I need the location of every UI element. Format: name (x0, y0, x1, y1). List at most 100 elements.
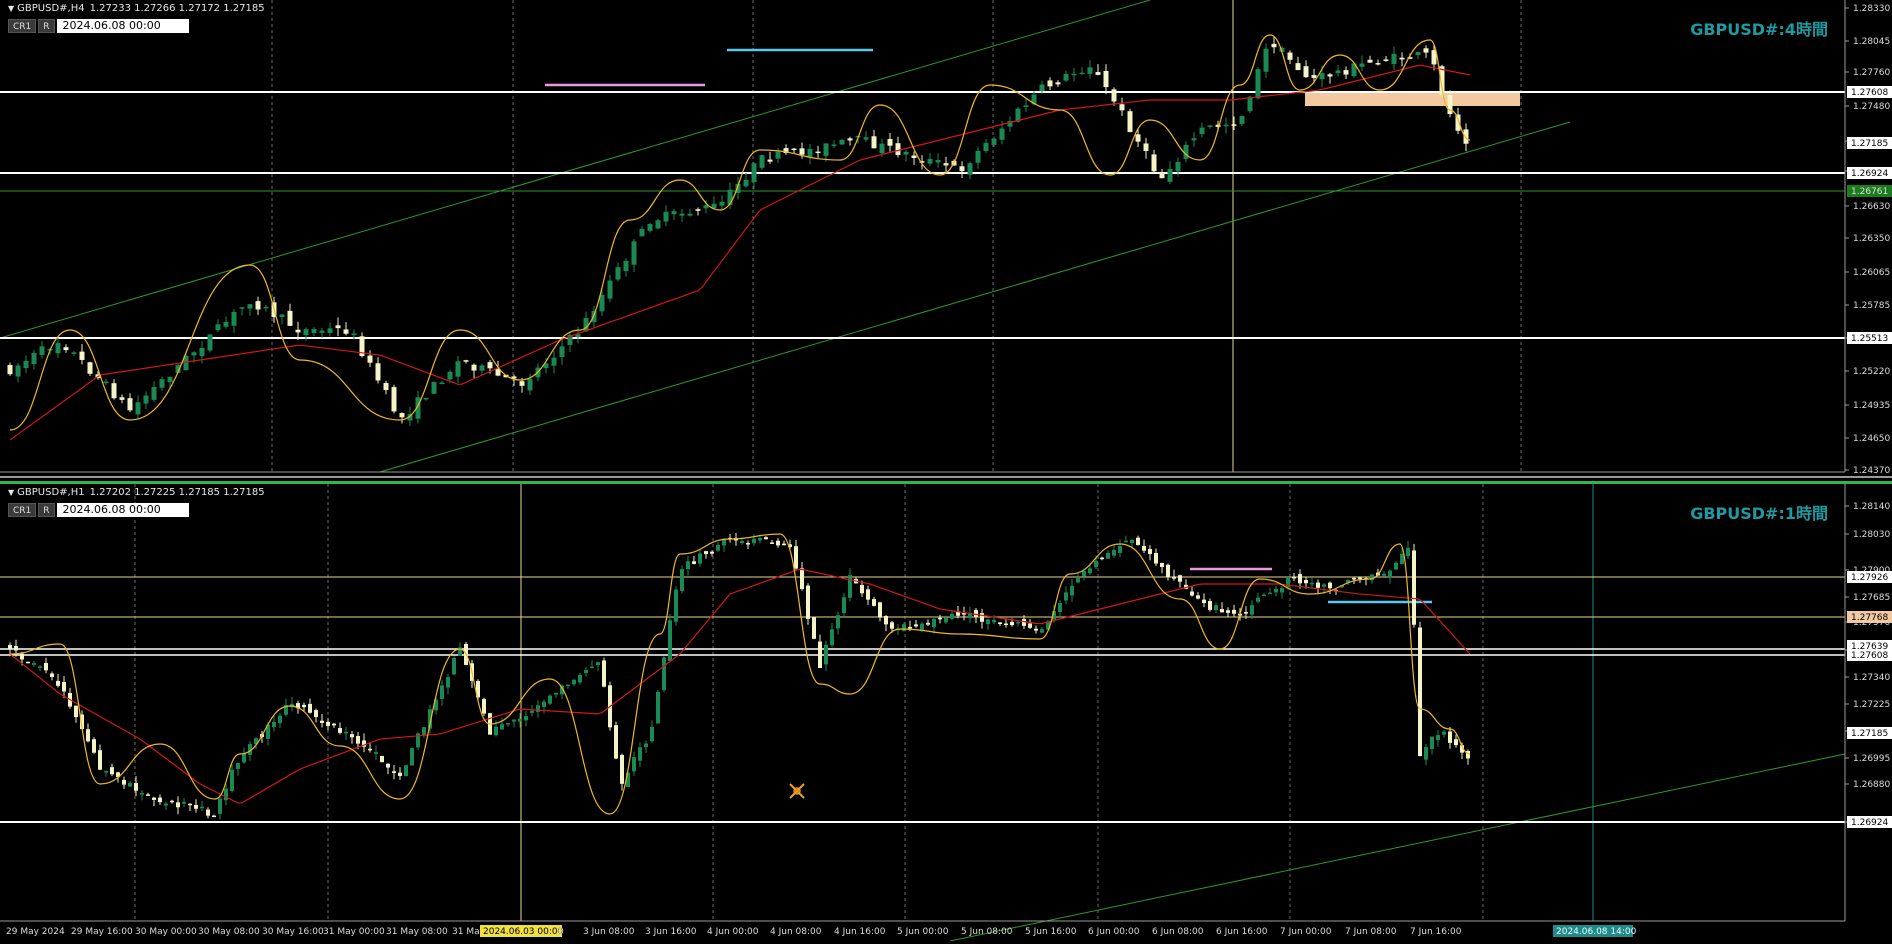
candle-body (686, 561, 690, 570)
candle-body (1004, 623, 1008, 625)
price-tick-label: 1.27480 (1853, 102, 1890, 112)
price-tick-label: 1.28140 (1853, 502, 1890, 512)
candle-body (206, 809, 210, 816)
candle-body (320, 720, 324, 723)
candle-body (776, 540, 780, 546)
candle-body (1208, 601, 1212, 610)
price-tick-label: 1.27225 (1853, 700, 1890, 710)
time-label: 3 Jun 16:00 (645, 927, 697, 937)
collapse-triangle-icon[interactable]: ▼ (8, 488, 14, 497)
price-axis-bg (1845, 484, 1892, 941)
cr1-button[interactable]: CR1 (8, 503, 37, 517)
candle-body (356, 736, 360, 744)
candle-body (655, 220, 661, 229)
candle-body (656, 692, 660, 724)
candle-body (188, 803, 192, 806)
candle-body (279, 314, 285, 318)
candle-body (1010, 621, 1014, 626)
candle-body (767, 159, 773, 162)
candle-body (1298, 574, 1302, 584)
candle-body (1391, 53, 1397, 65)
candle-body (287, 310, 293, 326)
crosshair-time-label: 2024.06.08 14:00 (1556, 927, 1637, 937)
candle-body (1262, 594, 1266, 597)
r-button[interactable]: R (38, 19, 55, 33)
candle-body (687, 213, 693, 216)
candle-body (572, 679, 576, 685)
candle-body (830, 629, 834, 646)
candle-body (818, 641, 822, 668)
candle-body (632, 757, 636, 772)
candle-body (1319, 73, 1325, 80)
h4-chart-pane[interactable]: 1.28330 1.28045 1.27760 1.27480 1.27185 1.269… (0, 0, 1892, 478)
h1-datetime-field[interactable]: 2024.06.08 00:00 (56, 503, 189, 517)
candle-body (338, 728, 342, 733)
candle-body (992, 619, 996, 623)
candle-body (55, 343, 61, 354)
candle-body (1327, 74, 1333, 77)
candle-body (398, 772, 402, 776)
candle-body (92, 739, 96, 753)
candle-body (1263, 48, 1269, 72)
candle-body (674, 589, 678, 622)
candle-body (1143, 143, 1149, 151)
candle-body (295, 329, 301, 333)
candle-body (1430, 736, 1434, 750)
moving-average-line (9, 568, 1471, 804)
candle-body (1316, 582, 1320, 588)
candle-body (319, 330, 325, 333)
candle-body (134, 783, 138, 791)
h1-chart-pane[interactable]: 1.281401.280301.279001.276851.275701.274… (0, 481, 1892, 944)
h1-chart-canvas[interactable]: 1.281401.280301.279001.276851.275701.274… (0, 484, 1892, 941)
candle-body (975, 150, 981, 163)
draw-tool-cursor-icon (789, 783, 805, 799)
candle-body (1119, 104, 1125, 111)
candle-body (1106, 552, 1110, 559)
candle-body (1070, 585, 1074, 596)
candle-body (698, 553, 702, 564)
candle-body (230, 769, 234, 791)
candle-body (38, 666, 42, 668)
candle-body (639, 228, 645, 237)
candle-body (368, 748, 372, 751)
candle-body (1103, 70, 1109, 88)
candle-body (98, 750, 102, 770)
candle-body (231, 312, 237, 326)
price-tick-label: 1.28030 (1853, 530, 1890, 540)
price-tick-label: 1.26065 (1853, 268, 1890, 278)
price-tick-label: 1.24370 (1853, 466, 1890, 476)
candle-body (1352, 577, 1356, 580)
price-tag-label: 1.27608 (1851, 88, 1888, 98)
candle-body (770, 542, 774, 544)
price-tick-label: 1.27685 (1853, 593, 1890, 603)
candle-body (1271, 43, 1277, 48)
candle-body (644, 743, 648, 748)
h4-datetime-field[interactable]: 2024.06.08 00:00 (56, 19, 189, 33)
cr1-button[interactable]: CR1 (8, 19, 37, 33)
time-label: 6 Jun 16:00 (1216, 927, 1268, 937)
h4-chart-canvas[interactable]: 1.28330 1.28045 1.27760 1.27480 1.27185 1.269… (0, 0, 1892, 476)
candle-body (926, 622, 930, 625)
price-tick-label: 1.26350 (1853, 234, 1890, 244)
candle-body (1135, 134, 1141, 142)
candle-body (884, 615, 888, 625)
candle-body (302, 704, 306, 708)
candle-body (1178, 575, 1182, 582)
candle-body (1255, 69, 1261, 99)
time-label: 0 (558, 927, 564, 937)
candle-body (39, 346, 45, 356)
candle-body (1034, 628, 1038, 631)
candle-body (519, 381, 525, 386)
candle-body (1127, 111, 1133, 133)
candle-body (1199, 127, 1205, 135)
collapse-triangle-icon[interactable]: ▼ (8, 4, 14, 13)
candle-body (908, 626, 912, 629)
r-button[interactable]: R (38, 503, 55, 517)
candle-body (524, 716, 528, 721)
candle-body (650, 726, 654, 742)
candle-body (1142, 545, 1146, 551)
candle-body (431, 382, 437, 394)
candle-body (1388, 570, 1392, 578)
candle-body (599, 294, 605, 312)
candle-body (375, 363, 381, 381)
